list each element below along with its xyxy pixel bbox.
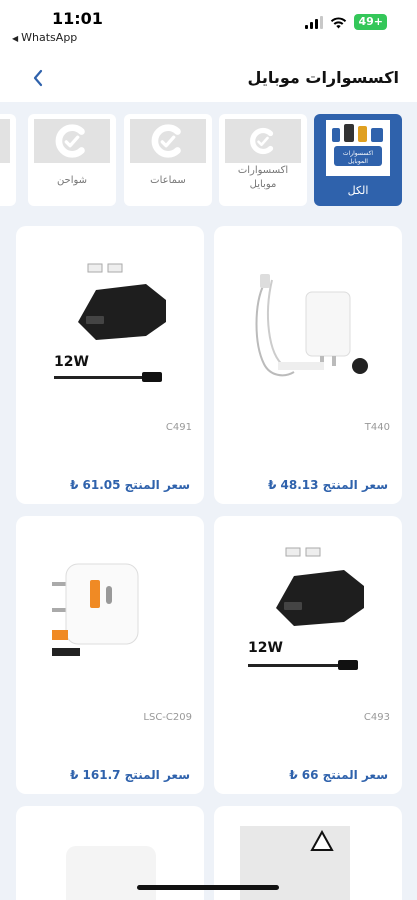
warning-triangle-icon — [310, 830, 334, 851]
brand-c-logo-icon — [250, 127, 274, 155]
product-image — [26, 244, 194, 394]
brand-c-logo-icon — [55, 124, 85, 158]
back-triangle-icon: ◀ — [12, 34, 19, 43]
product-price: سعر المنتج 66 ₺ — [289, 768, 388, 782]
cellular-signal-icon — [305, 15, 324, 29]
category-label: اكسسوارات موبايل — [219, 164, 307, 192]
brand-c-logo-icon — [151, 124, 181, 158]
product-code: T440 — [364, 422, 390, 433]
car-charger-icon — [54, 263, 166, 382]
category-item-chargers[interactable]: شواحن — [28, 114, 116, 206]
car-charger-typec-icon — [248, 547, 364, 670]
status-time: 11:01 — [52, 9, 103, 28]
watt-label: 12W — [248, 640, 283, 656]
back-button[interactable] — [26, 66, 50, 90]
product-image — [224, 244, 392, 394]
product-card[interactable]: T440 سعر المنتج 48.13 ₺ — [214, 226, 402, 504]
page-title: اكسسوارات موبايل — [247, 68, 399, 87]
nav-header: اكسسوارات موبايل — [0, 58, 417, 100]
product-card[interactable]: 12W C491 سعر المنتج 61.05 ₺ — [16, 226, 204, 504]
category-thumb — [130, 119, 206, 163]
category-thumb — [34, 119, 110, 163]
product-image — [66, 846, 156, 900]
watt-label: 12W — [54, 354, 89, 370]
category-thumb — [0, 119, 10, 163]
category-item-all[interactable]: اكسسوارات الموبايل الكل — [314, 114, 402, 206]
wifi-icon — [331, 16, 347, 28]
category-label: شواحن — [56, 175, 88, 186]
product-card[interactable]: 12W C493 سعر المنتج 66 ₺ — [214, 516, 402, 794]
thumb-text-2: الموبايل — [348, 158, 368, 165]
product-image — [224, 534, 392, 684]
category-thumb — [225, 119, 301, 163]
category-item-mobile-accessories[interactable]: اكسسوارات موبايل — [219, 114, 307, 206]
product-price: سعر المنتج 61.05 ₺ — [69, 478, 190, 492]
home-indicator[interactable] — [137, 885, 279, 890]
category-strip[interactable]: شواحن سماعات اكسسوارات موبايل اكسسوارات … — [0, 102, 417, 218]
category-item-partial[interactable] — [0, 114, 16, 206]
product-code: C491 — [165, 422, 192, 433]
return-to-app-link[interactable]: ◀ WhatsApp — [12, 31, 77, 44]
product-code: LSC-C209 — [143, 712, 192, 723]
wall-charger-icon — [255, 274, 368, 377]
battery-indicator: 49+ — [354, 14, 387, 30]
accessories-graphic-icon: اكسسوارات الموبايل — [332, 124, 383, 166]
product-card[interactable]: LSC-C209 سعر المنتج 161.7 ₺ — [16, 516, 204, 794]
category-label: سماعات — [150, 175, 186, 186]
product-image — [26, 534, 194, 684]
chevron-left-icon — [33, 69, 43, 87]
product-code: C493 — [363, 712, 390, 723]
thumb-text-1: اكسسوارات — [343, 150, 374, 157]
category-thumb-all: اكسسوارات الموبايل — [326, 120, 390, 176]
product-price: سعر المنتج 48.13 ₺ — [267, 478, 388, 492]
category-label-line1: اكسسوارات — [237, 165, 289, 176]
product-price: سعر المنتج 161.7 ₺ — [69, 768, 190, 782]
category-item-headphones[interactable]: سماعات — [124, 114, 212, 206]
status-bar: 11:01 ◀ WhatsApp 49+ — [0, 0, 417, 48]
category-label-line2: موبايل — [249, 179, 277, 190]
battery-level: 49+ — [358, 15, 383, 28]
return-app-name: WhatsApp — [21, 31, 78, 44]
status-icons: 49+ — [305, 14, 387, 30]
category-label: الكل — [347, 184, 369, 197]
wall-charger-pd-icon — [52, 563, 139, 656]
product-grid: T440 سعر المنتج 48.13 ₺ 12W C491 سعر الم… — [0, 218, 417, 900]
